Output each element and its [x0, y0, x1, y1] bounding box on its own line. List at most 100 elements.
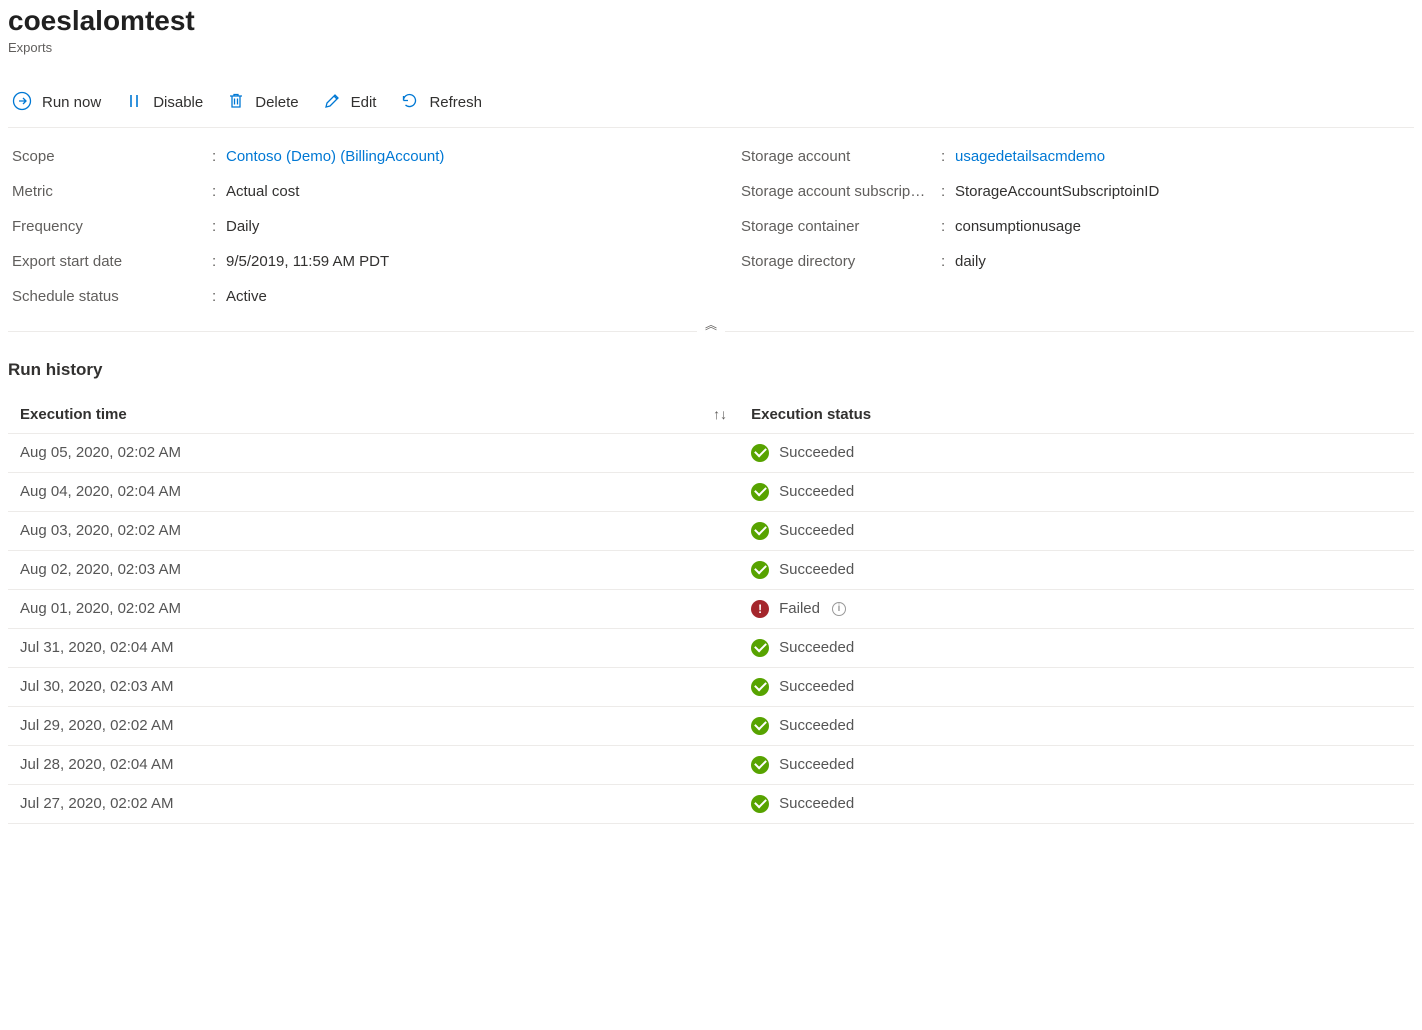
trash-icon: [227, 92, 245, 114]
detail-right-row: Storage directory:daily: [741, 251, 1410, 272]
execution-time-cell: Aug 05, 2020, 02:02 AM: [8, 433, 739, 472]
detail-right-value: consumptionusage: [955, 216, 1081, 237]
sort-icon[interactable]: ↑↓: [713, 406, 727, 422]
execution-time-cell: Jul 28, 2020, 02:04 AM: [8, 745, 739, 784]
detail-left-value: Daily: [226, 216, 259, 237]
colon: :: [941, 251, 955, 272]
detail-right-row: Storage account:usagedetailsacmdemo: [741, 146, 1410, 167]
table-row[interactable]: Jul 31, 2020, 02:04 AM Succeeded: [8, 628, 1414, 667]
toolbar: Run now Disable Delete Edit: [8, 77, 1414, 128]
detail-left-row: Frequency:Daily: [12, 216, 681, 237]
detail-left-row: Scope:Contoso (Demo) (BillingAccount): [12, 146, 681, 167]
detail-left-label: Metric: [12, 181, 212, 202]
detail-left-value[interactable]: Contoso (Demo) (BillingAccount): [226, 146, 444, 167]
success-icon: [751, 522, 769, 540]
execution-time-cell: Jul 27, 2020, 02:02 AM: [8, 784, 739, 823]
disable-label: Disable: [153, 94, 203, 111]
success-icon: [751, 444, 769, 462]
chevron-double-up-icon: ︽: [705, 318, 717, 332]
execution-status-cell: Succeeded: [739, 745, 1414, 784]
status-text: Succeeded: [779, 639, 854, 656]
details-panel: Scope:Contoso (Demo) (BillingAccount)Met…: [8, 128, 1414, 332]
refresh-icon: [400, 91, 419, 114]
detail-right-value: daily: [955, 251, 986, 272]
page-subtitle: Exports: [8, 40, 1414, 55]
success-icon: [751, 639, 769, 657]
status-text: Succeeded: [779, 561, 854, 578]
table-row[interactable]: Aug 05, 2020, 02:02 AM Succeeded: [8, 433, 1414, 472]
run-history-title: Run history: [8, 360, 1414, 380]
status-text: Succeeded: [779, 522, 854, 539]
execution-status-cell: Succeeded: [739, 667, 1414, 706]
success-icon: [751, 483, 769, 501]
execution-time-cell: Aug 03, 2020, 02:02 AM: [8, 511, 739, 550]
info-icon[interactable]: i: [832, 602, 846, 616]
success-icon: [751, 756, 769, 774]
status-text: Succeeded: [779, 717, 854, 734]
table-row[interactable]: Jul 28, 2020, 02:04 AM Succeeded: [8, 745, 1414, 784]
status-text: Succeeded: [779, 756, 854, 773]
detail-right-row: Storage container:consumptionusage: [741, 216, 1410, 237]
detail-right-label: Storage account subscrip…: [741, 181, 941, 202]
execution-time-cell: Jul 29, 2020, 02:02 AM: [8, 706, 739, 745]
execution-status-cell: Succeeded: [739, 784, 1414, 823]
detail-right-label: Storage directory: [741, 251, 941, 272]
refresh-label: Refresh: [429, 94, 482, 111]
execution-status-cell: !Failedi: [739, 589, 1414, 628]
refresh-button[interactable]: Refresh: [400, 91, 482, 114]
detail-left-value: 9/5/2019, 11:59 AM PDT: [226, 251, 389, 272]
colon: :: [941, 146, 955, 167]
table-row[interactable]: Aug 03, 2020, 02:02 AM Succeeded: [8, 511, 1414, 550]
status-text: Succeeded: [779, 444, 854, 461]
failed-icon: !: [751, 600, 769, 618]
table-row[interactable]: Aug 01, 2020, 02:02 AM!Failedi: [8, 589, 1414, 628]
table-row[interactable]: Jul 30, 2020, 02:03 AM Succeeded: [8, 667, 1414, 706]
execution-time-cell: Jul 30, 2020, 02:03 AM: [8, 667, 739, 706]
detail-left-label: Scope: [12, 146, 212, 167]
colon: :: [941, 216, 955, 237]
colon: :: [212, 216, 226, 237]
execution-status-cell: Succeeded: [739, 706, 1414, 745]
table-row[interactable]: Jul 29, 2020, 02:02 AM Succeeded: [8, 706, 1414, 745]
status-text: Succeeded: [779, 678, 854, 695]
detail-right-label: Storage container: [741, 216, 941, 237]
colon: :: [212, 146, 226, 167]
status-text: Succeeded: [779, 795, 854, 812]
disable-button[interactable]: Disable: [125, 92, 203, 114]
detail-left-label: Schedule status: [12, 286, 212, 307]
execution-status-cell: Succeeded: [739, 511, 1414, 550]
delete-button[interactable]: Delete: [227, 92, 298, 114]
col-execution-status-label: Execution status: [751, 406, 871, 423]
execution-status-cell: Succeeded: [739, 472, 1414, 511]
execution-time-cell: Aug 04, 2020, 02:04 AM: [8, 472, 739, 511]
table-row[interactable]: Aug 02, 2020, 02:03 AMSucceeded: [8, 550, 1414, 589]
pause-icon: [125, 92, 143, 114]
delete-label: Delete: [255, 94, 298, 111]
detail-right-row: Storage account subscrip…:StorageAccount…: [741, 181, 1410, 202]
col-execution-time[interactable]: Execution time ↑↓: [8, 396, 739, 434]
run-now-button[interactable]: Run now: [12, 91, 101, 115]
table-row[interactable]: Jul 27, 2020, 02:02 AM Succeeded: [8, 784, 1414, 823]
detail-right-value[interactable]: usagedetailsacmdemo: [955, 146, 1105, 167]
colon: :: [941, 181, 955, 202]
edit-button[interactable]: Edit: [323, 92, 377, 114]
run-now-label: Run now: [42, 94, 101, 111]
colon: :: [212, 286, 226, 307]
detail-left-label: Frequency: [12, 216, 212, 237]
success-icon: [751, 678, 769, 696]
execution-status-cell: Succeeded: [739, 628, 1414, 667]
pencil-icon: [323, 92, 341, 114]
execution-time-cell: Jul 31, 2020, 02:04 AM: [8, 628, 739, 667]
detail-left-row: Schedule status:Active: [12, 286, 681, 307]
run-history-table: Execution time ↑↓ Execution status Aug 0…: [8, 396, 1414, 824]
detail-left-value: Active: [226, 286, 267, 307]
detail-right-label: Storage account: [741, 146, 941, 167]
colon: :: [212, 251, 226, 272]
edit-label: Edit: [351, 94, 377, 111]
table-row[interactable]: Aug 04, 2020, 02:04 AMSucceeded: [8, 472, 1414, 511]
collapse-toggle[interactable]: ︽: [697, 316, 725, 333]
detail-left-row: Metric:Actual cost: [12, 181, 681, 202]
col-execution-status[interactable]: Execution status: [739, 396, 1414, 434]
detail-left-label: Export start date: [12, 251, 212, 272]
detail-left-value: Actual cost: [226, 181, 299, 202]
